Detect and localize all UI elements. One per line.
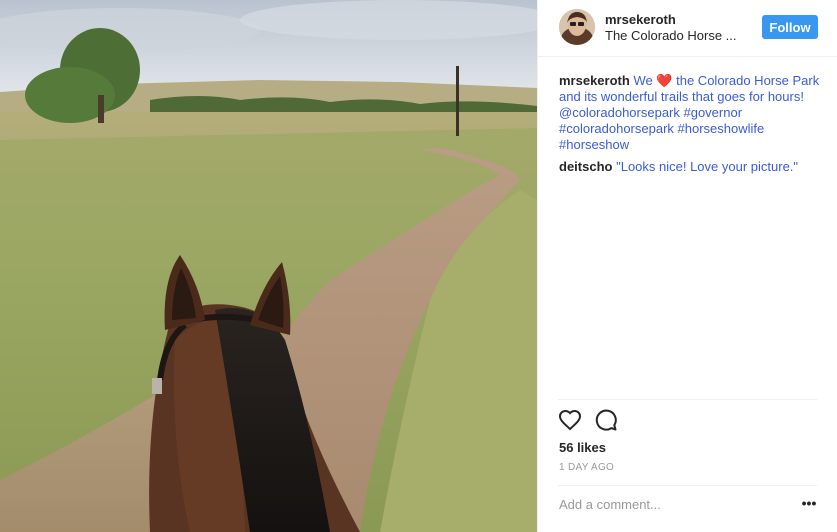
- caption: mrsekeroth We ❤️ the Colorado Horse Park…: [559, 73, 824, 153]
- post-photo[interactable]: [0, 0, 537, 532]
- caption-username[interactable]: mrsekeroth: [559, 73, 630, 88]
- caption-text-before: We: [633, 73, 653, 88]
- author-username[interactable]: mrsekeroth: [605, 12, 676, 27]
- add-comment-input[interactable]: [559, 497, 789, 512]
- comments-list: mrsekeroth We ❤️ the Colorado Horse Park…: [559, 73, 824, 181]
- like-count[interactable]: 56 likes: [559, 440, 606, 455]
- actions-divider: [558, 399, 817, 400]
- post-timestamp[interactable]: 1 DAY AGO: [559, 462, 614, 473]
- heart-emoji: ❤️: [656, 73, 673, 88]
- follow-button[interactable]: Follow: [762, 15, 818, 39]
- comment-text: "Looks nice! Love your picture.": [616, 159, 799, 174]
- more-options-icon[interactable]: •••: [800, 494, 818, 512]
- post-location[interactable]: The Colorado Horse ...: [605, 28, 737, 43]
- header-divider: [538, 56, 837, 57]
- comment-item: deitscho "Looks nice! Love your picture.…: [559, 159, 824, 175]
- comment-divider: [558, 485, 817, 486]
- post-header: mrsekeroth The Colorado Horse ... Follow: [538, 0, 837, 56]
- post-sidebar: mrsekeroth The Colorado Horse ... Follow…: [537, 0, 837, 532]
- heart-icon[interactable]: [558, 408, 582, 432]
- heart-icon-graphic: [558, 409, 582, 431]
- avatar[interactable]: [559, 9, 595, 45]
- comment-icon-graphic: [595, 409, 617, 431]
- comment-username[interactable]: deitscho: [559, 159, 612, 174]
- comment-icon[interactable]: [594, 408, 618, 432]
- trail-photo-illustration: [0, 0, 537, 532]
- avatar-image: [559, 9, 595, 45]
